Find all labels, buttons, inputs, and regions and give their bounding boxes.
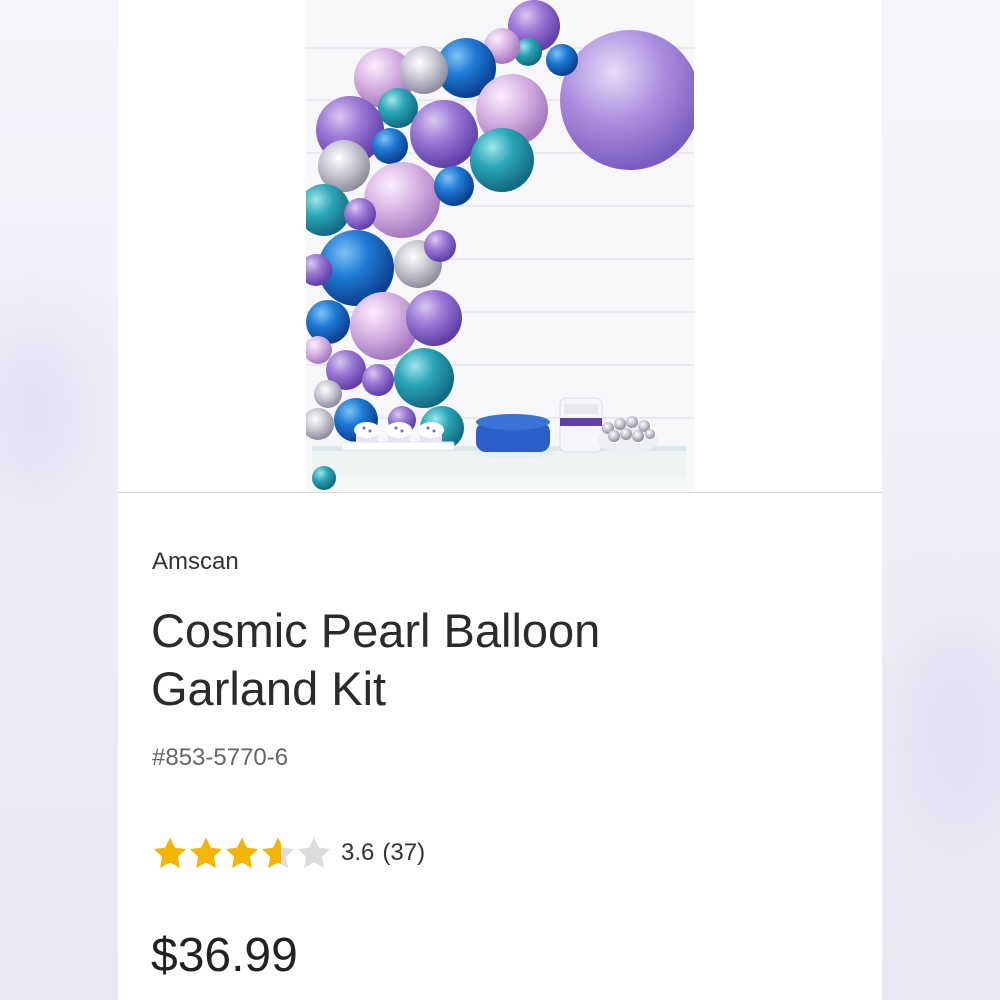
- product-card: Amscan Cosmic Pearl Balloon Garland Kit …: [118, 0, 882, 1000]
- star-filled-icon: [153, 837, 187, 869]
- star-partial-icon: [261, 837, 295, 869]
- image-divider: [118, 492, 882, 493]
- review-count[interactable]: (37): [382, 839, 425, 867]
- rating-value: 3.6: [341, 839, 375, 866]
- rating-stars: [151, 835, 331, 871]
- right-background-panel: [882, 0, 1000, 1000]
- rating-summary[interactable]: 3.6 (37): [151, 834, 433, 872]
- balloon-garland-photo: [306, 0, 694, 492]
- brand-name[interactable]: Amscan: [152, 548, 239, 576]
- product-sku: #853-5770-6: [152, 744, 289, 771]
- left-background-glow: [0, 320, 90, 500]
- star-empty-icon: [297, 837, 331, 869]
- star-filled-icon: [189, 837, 223, 869]
- product-price: $36.99: [151, 929, 298, 982]
- product-image[interactable]: [306, 0, 694, 492]
- left-background-panel: [0, 0, 118, 1000]
- star-filled-icon: [225, 837, 259, 869]
- right-background-glow: [902, 620, 1000, 840]
- product-title: Cosmic Pearl Balloon Garland Kit: [151, 604, 601, 715]
